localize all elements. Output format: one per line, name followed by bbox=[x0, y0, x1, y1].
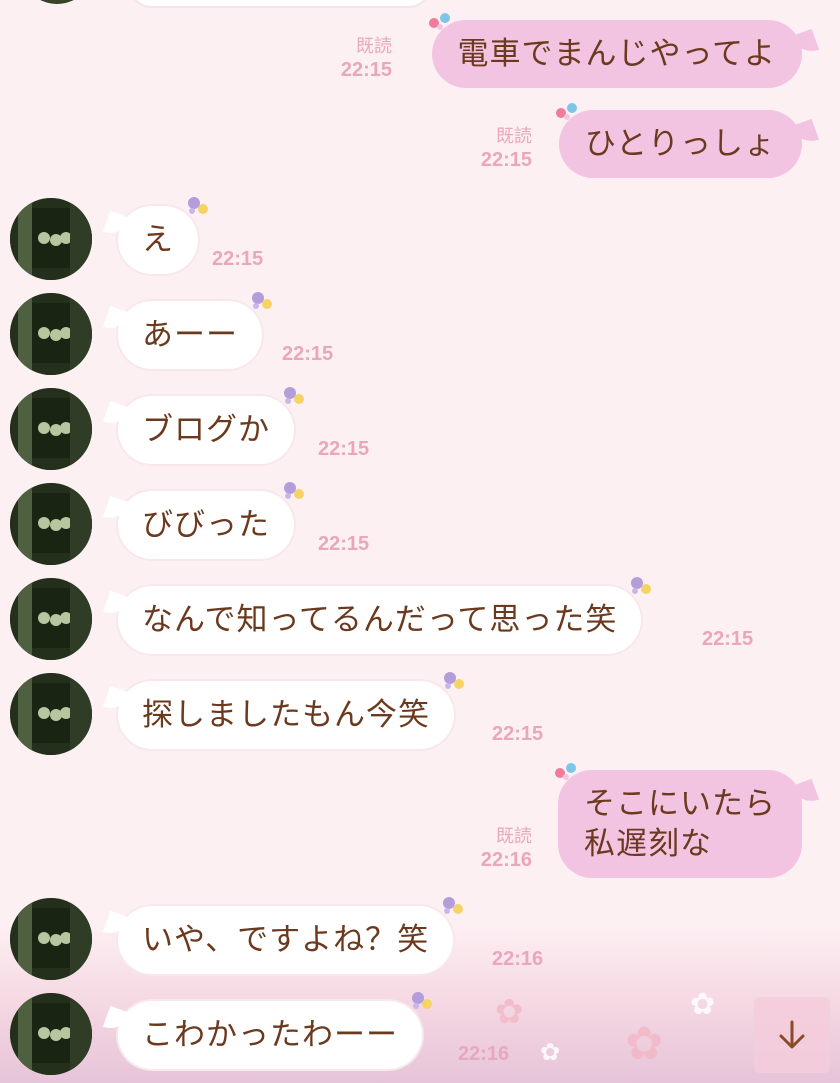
message-text: なんで知ってるんだって思った笑 bbox=[142, 602, 618, 638]
avatar[interactable] bbox=[10, 898, 92, 980]
received-message-bubble[interactable]: いや、ですよね？笑 bbox=[118, 897, 464, 974]
avatar[interactable] bbox=[20, 0, 94, 4]
flower-sticker-icon bbox=[443, 897, 464, 914]
flower-sticker-icon bbox=[284, 387, 304, 404]
message-meta: 既読 22:15 bbox=[481, 124, 532, 172]
avatar-photo-icon bbox=[10, 198, 92, 280]
flower-decoration-icon: ✿ bbox=[690, 987, 716, 1022]
flower-decoration-icon: ✿ bbox=[540, 1038, 561, 1066]
avatar-photo-icon bbox=[10, 578, 92, 660]
avatar[interactable] bbox=[10, 993, 92, 1075]
avatar-photo-icon bbox=[10, 483, 92, 565]
message-text: あーー bbox=[142, 317, 238, 353]
flower-sticker-icon bbox=[284, 482, 304, 499]
arrow-down-icon bbox=[779, 1020, 805, 1049]
message-meta: 既読 22:16 bbox=[481, 824, 532, 872]
message-text: いや、ですよね？笑 bbox=[142, 922, 430, 958]
sent-message-bubble[interactable]: ひとりっしょ bbox=[555, 103, 802, 178]
avatar-photo-icon bbox=[10, 293, 92, 375]
message-text-line: そこにいたら bbox=[584, 786, 776, 822]
message-time: 22:15 bbox=[212, 248, 264, 270]
message-time: 22:15 bbox=[480, 149, 532, 171]
read-receipt: 既読 bbox=[496, 826, 532, 846]
message-time: 22:15 bbox=[702, 628, 754, 650]
read-receipt: 既読 bbox=[496, 126, 532, 146]
received-message-bubble[interactable]: ブログか bbox=[118, 387, 304, 464]
message-time: 22:15 bbox=[282, 343, 334, 365]
message-time: 22:15 bbox=[492, 723, 544, 745]
avatar-photo-icon bbox=[10, 388, 92, 470]
flower-sticker-icon bbox=[412, 992, 432, 1009]
received-message-bubble[interactable]: こわかったわーー bbox=[118, 992, 432, 1069]
read-receipt: 既読 bbox=[356, 36, 392, 56]
avatar[interactable] bbox=[10, 388, 92, 470]
scroll-to-bottom-button[interactable] bbox=[754, 997, 830, 1073]
received-message-bubble[interactable]: びびった bbox=[118, 482, 304, 559]
avatar-photo-icon bbox=[10, 898, 92, 980]
flower-sticker-icon bbox=[631, 577, 652, 594]
flower-sticker-icon bbox=[555, 103, 577, 120]
flower-sticker-icon bbox=[252, 292, 272, 309]
sent-message-bubble[interactable]: 電車でまんじやってよ bbox=[428, 13, 802, 88]
flower-sticker-icon bbox=[444, 672, 464, 689]
flower-sticker-icon bbox=[428, 13, 450, 30]
message-text: え bbox=[142, 222, 174, 258]
message-time: 22:16 bbox=[492, 948, 544, 970]
message-bubble-clipped bbox=[128, 0, 432, 8]
message-time: 22:15 bbox=[340, 59, 392, 81]
message-time: 22:16 bbox=[458, 1043, 510, 1065]
message-text: ひとりっしょ bbox=[584, 126, 776, 162]
received-message-bubble[interactable]: え bbox=[118, 197, 208, 274]
message-text: びびった bbox=[142, 507, 270, 543]
message-text: 探しましたもん今笑 bbox=[142, 697, 430, 733]
received-message-bubble[interactable]: なんで知ってるんだって思った笑 bbox=[118, 577, 652, 654]
avatar[interactable] bbox=[10, 198, 92, 280]
received-message-bubble[interactable]: 探しましたもん今笑 bbox=[118, 672, 464, 749]
avatar[interactable] bbox=[10, 293, 92, 375]
avatar-photo-icon bbox=[10, 673, 92, 755]
flower-sticker-icon bbox=[555, 763, 576, 780]
flower-decoration-icon: ✿ bbox=[495, 992, 524, 1032]
avatar[interactable] bbox=[10, 483, 92, 565]
avatar[interactable] bbox=[10, 578, 92, 660]
avatar[interactable] bbox=[10, 673, 92, 755]
sent-message-bubble[interactable]: そこにいたら 私遅刻な bbox=[555, 763, 802, 878]
message-time: 22:15 bbox=[318, 533, 370, 555]
message-time: 22:16 bbox=[480, 849, 532, 871]
avatar-photo-icon bbox=[10, 993, 92, 1075]
flower-sticker-icon bbox=[188, 197, 208, 214]
message-time: 22:15 bbox=[318, 438, 370, 460]
flower-decoration-icon: ✿ bbox=[625, 1016, 664, 1070]
message-text-line: 私遅刻な bbox=[584, 826, 712, 862]
message-meta: 既読 22:15 bbox=[341, 34, 392, 82]
message-text: ブログか bbox=[142, 412, 270, 448]
message-text: 電車でまんじやってよ bbox=[457, 36, 776, 72]
message-text: こわかったわーー bbox=[142, 1017, 398, 1053]
received-message-bubble[interactable]: あーー bbox=[118, 292, 272, 369]
